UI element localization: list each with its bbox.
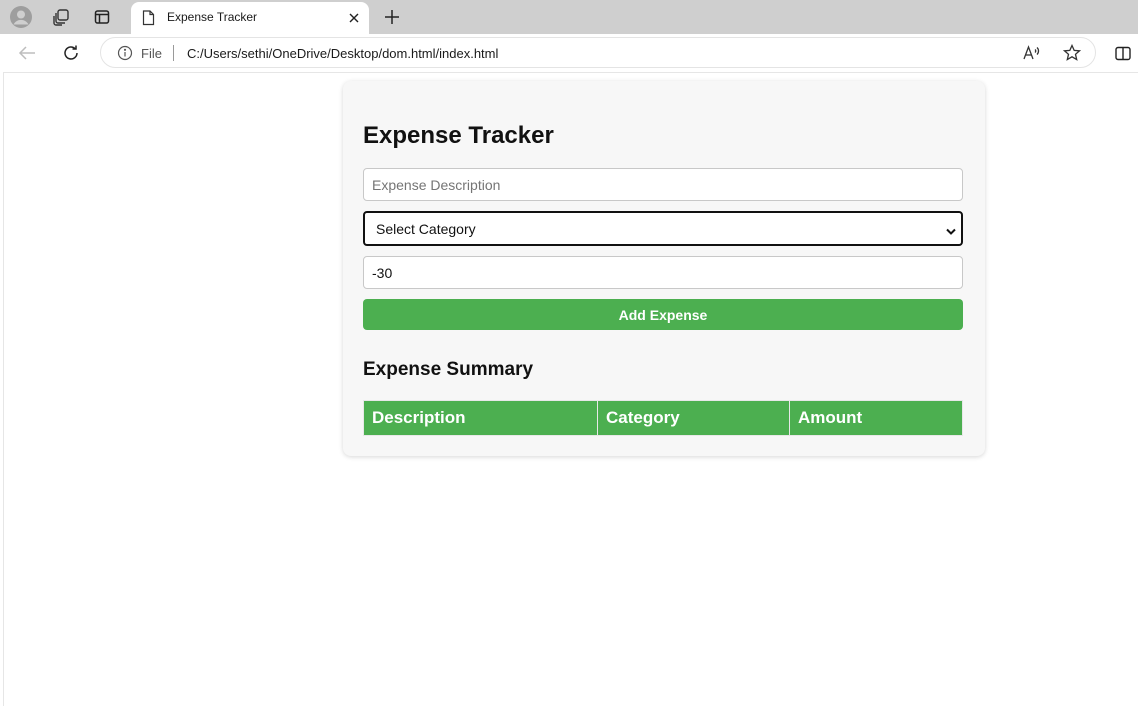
tab-strip: Expense Tracker (0, 0, 1138, 34)
column-header-category: Category (597, 400, 790, 436)
expense-amount-input[interactable] (363, 256, 963, 289)
url-text[interactable]: C:/Users/sethi/OneDrive/Desktop/dom.html… (187, 46, 498, 61)
category-select-value: Select Category (376, 221, 476, 237)
column-header-description: Description (363, 400, 598, 436)
tab-title: Expense Tracker (167, 10, 258, 24)
expense-description-input[interactable] (363, 168, 963, 201)
column-header-amount: Amount (789, 400, 963, 436)
address-bar[interactable]: File C:/Users/sethi/OneDrive/Desktop/dom… (100, 37, 1096, 68)
expense-summary-title: Expense Summary (363, 359, 534, 380)
chevron-down-icon (946, 223, 956, 241)
tab-actions-icon[interactable] (89, 5, 115, 29)
refresh-icon[interactable] (58, 41, 84, 65)
category-select[interactable]: Select Category (363, 211, 963, 246)
page-icon (142, 10, 155, 31)
add-expense-button[interactable]: Add Expense (363, 299, 963, 330)
page-viewport: Expense Tracker Select Category Add Expe… (3, 72, 1138, 706)
split-screen-icon[interactable] (1112, 42, 1134, 64)
expense-summary-table: Description Category Amount (363, 400, 963, 436)
favorite-star-icon[interactable] (1061, 43, 1083, 63)
table-header-row: Description Category Amount (363, 400, 963, 436)
profile-icon[interactable] (8, 5, 34, 29)
browser-toolbar: File C:/Users/sethi/OneDrive/Desktop/dom… (0, 34, 1138, 72)
plus-icon[interactable] (380, 5, 404, 29)
active-tab[interactable]: Expense Tracker (131, 2, 369, 34)
info-icon[interactable] (117, 45, 133, 66)
close-icon[interactable] (345, 9, 363, 27)
read-aloud-icon[interactable] (1021, 43, 1043, 63)
expense-tracker-card: Expense Tracker Select Category Add Expe… (343, 81, 985, 456)
address-separator (173, 45, 174, 61)
page-title: Expense Tracker (363, 122, 554, 149)
scheme-label: File (141, 46, 162, 61)
back-icon[interactable] (14, 41, 40, 65)
workspaces-icon[interactable] (48, 5, 74, 29)
